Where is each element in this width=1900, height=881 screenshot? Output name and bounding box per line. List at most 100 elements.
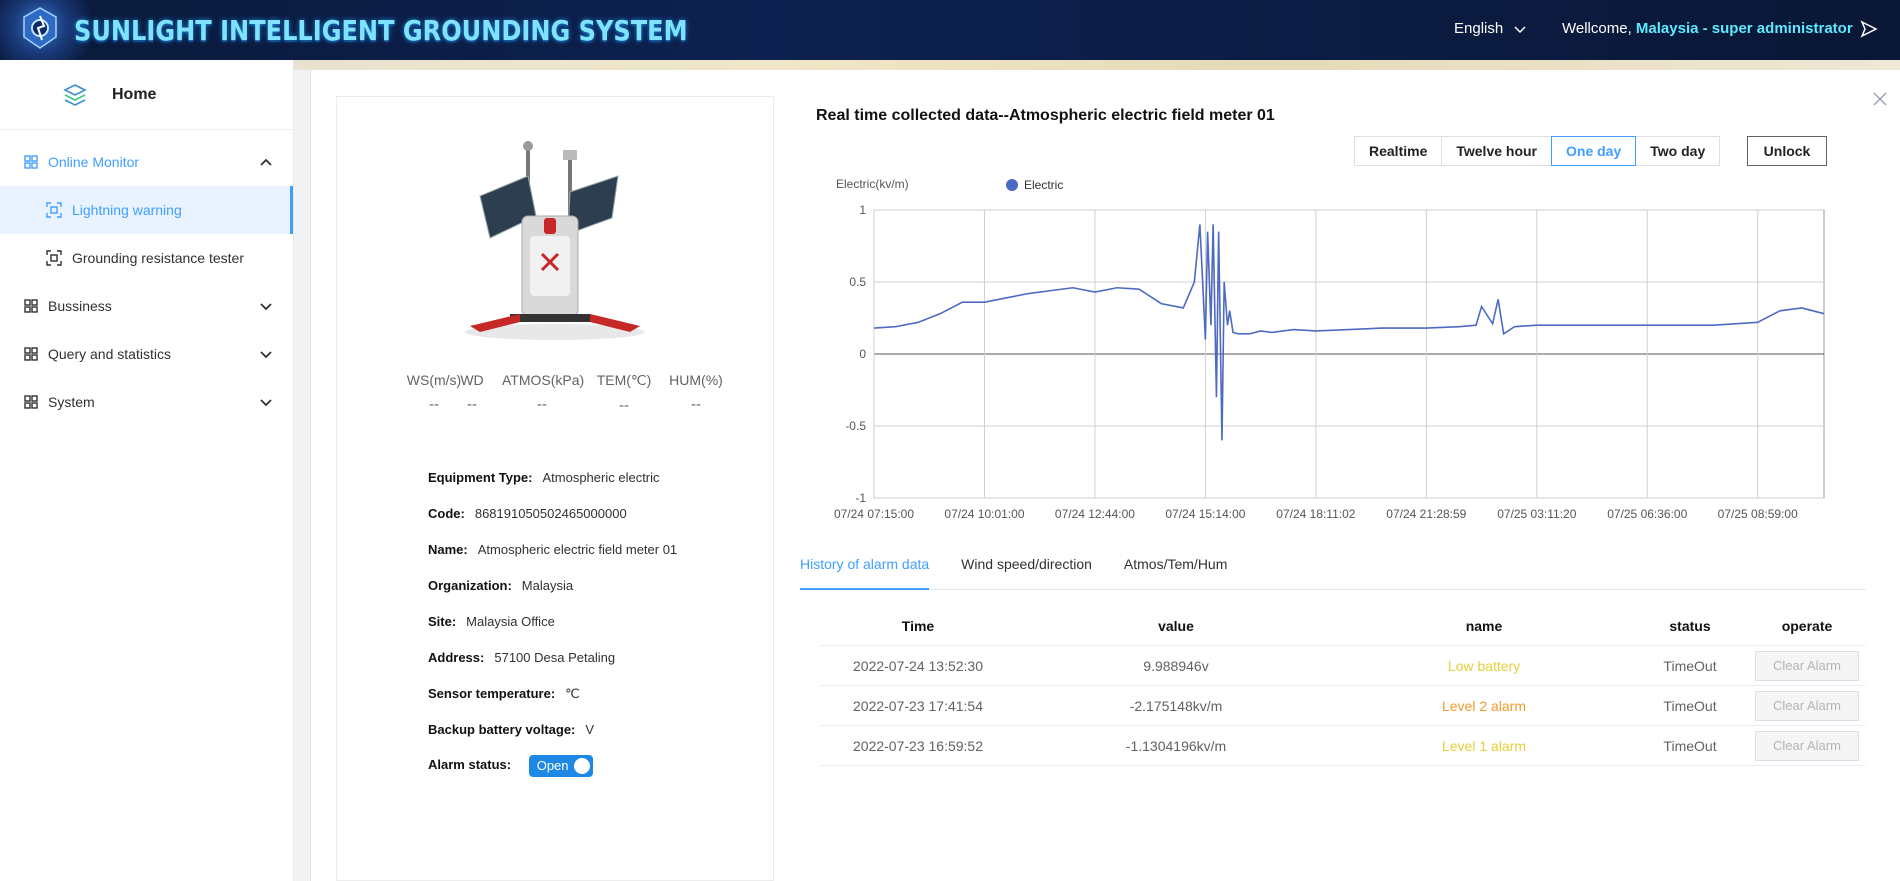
metric-wd: WD -- <box>455 372 489 413</box>
sidebar-item-grounding-resistance-tester[interactable]: Grounding resistance tester <box>0 234 293 282</box>
chevron-down-icon <box>1514 25 1526 33</box>
x-tick-label: 07/25 03:11:20 <box>1497 507 1577 521</box>
range-two-day-button[interactable]: Two day <box>1635 136 1721 166</box>
column-header-value: value <box>1158 617 1194 634</box>
info-key: Alarm status: <box>428 757 512 773</box>
x-tick-label: 07/25 08:59:00 <box>1718 507 1798 521</box>
info-key: Code: <box>428 506 465 521</box>
tab-history-of-alarm-data[interactable]: History of alarm data <box>800 556 930 590</box>
alarm-status-toggle[interactable]: Open <box>528 755 593 777</box>
info-value: Malaysia Office <box>466 614 555 629</box>
unlock-button[interactable]: Unlock <box>1747 136 1827 166</box>
info-alarm-status: Alarm status: Open <box>428 755 593 777</box>
info-address: Address: 57100 Desa Petaling <box>428 650 615 665</box>
cell-time: 2022-07-23 17:41:54 <box>853 697 983 714</box>
info-value: 868191050502465000000 <box>474 506 627 521</box>
metric-value: -- <box>467 396 477 413</box>
info-value: V <box>585 722 595 737</box>
info-key: Sensor temperature: <box>428 686 556 701</box>
cell-time: 2022-07-23 16:59:52 <box>853 737 983 754</box>
chevron-down-icon <box>260 351 272 359</box>
info-name: Name: Atmospheric electric field meter 01 <box>428 542 677 557</box>
welcome-prefix: Wellcome, <box>1562 20 1632 37</box>
sidebar-item-online-monitor[interactable]: Online Monitor <box>0 138 293 186</box>
logout-icon[interactable] <box>1860 20 1878 38</box>
sidebar-item-system[interactable]: System <box>0 378 293 426</box>
info-key: Backup battery voltage: <box>428 722 576 737</box>
info-key: Equipment Type: <box>428 470 533 485</box>
cell-alarm-name: Low battery <box>1447 657 1521 674</box>
sidebar-item-lightning-warning[interactable]: Lightning warning <box>0 186 293 234</box>
metric-tem: TEM(℃) -- <box>596 372 652 414</box>
y-tick-label: 1 <box>859 203 866 217</box>
x-tick-label: 07/24 07:15:00 <box>834 507 914 521</box>
y-axis-label: Electric(kv/m) <box>836 177 909 191</box>
table-row: 2022-07-23 16:59:52 -1.1304196kv/m Level… <box>820 726 1866 766</box>
close-icon[interactable] <box>1871 90 1889 108</box>
metric-value: -- <box>619 397 629 414</box>
info-value: Malaysia <box>521 578 574 593</box>
info-key: Organization: <box>428 578 512 593</box>
toggle-knob <box>573 758 590 774</box>
info-code: Code: 868191050502465000000 <box>428 506 627 521</box>
cell-status: TimeOut <box>1663 737 1717 754</box>
y-tick-label: -0.5 <box>845 419 866 433</box>
tab-atmos-tem-hum[interactable]: Atmos/Tem/Hum <box>1124 556 1227 590</box>
info-key: Site: <box>428 614 457 629</box>
table-row: 2022-07-23 17:41:54 -2.175148kv/m Level … <box>820 686 1866 726</box>
cell-value: -2.175148kv/m <box>1129 697 1223 714</box>
clear-alarm-button[interactable]: Clear Alarm <box>1755 650 1859 681</box>
metric-label: TEM(℃) <box>596 372 652 388</box>
sidebar-home[interactable]: Home <box>0 60 293 130</box>
alarm-table: Time value name status operate 2022-07-2… <box>820 606 1866 766</box>
range-one-day-button[interactable]: One day <box>1551 136 1637 166</box>
metric-value: -- <box>537 396 547 413</box>
data-tabs: History of alarm data Wind speed/directi… <box>800 556 1866 590</box>
cell-value: -1.1304196kv/m <box>1125 737 1227 754</box>
cell-status: TimeOut <box>1663 697 1717 714</box>
metric-label: ATMOS(kPa) <box>502 372 585 388</box>
cell-value: 9.988946v <box>1143 657 1209 674</box>
logo-icon <box>23 7 57 49</box>
sidebar-item-label: Lightning warning <box>72 202 182 218</box>
toggle-label: Open <box>536 758 569 773</box>
sidebar-item-query-and-statistics[interactable]: Query and statistics <box>0 330 293 378</box>
cell-alarm-name: Level 2 alarm <box>1441 697 1527 714</box>
time-range-group: Realtime Twelve hour One day Two day <box>1354 136 1721 166</box>
clear-alarm-button[interactable]: Clear Alarm <box>1755 690 1859 721</box>
sidebar-item-bussiness[interactable]: Bussiness <box>0 282 293 330</box>
electric-field-chart: 1 0.5 0 -0.5 -1 07/24 07:15:00 07/24 10:01:00 0… <box>834 177 1825 521</box>
x-tick-label: 07/24 10:01:00 <box>944 507 1024 521</box>
grid-icon <box>24 347 38 361</box>
x-tick-label: 07/24 15:14:00 <box>1165 507 1245 521</box>
column-header-operate: operate <box>1781 617 1833 634</box>
info-site: Site: Malaysia Office <box>428 614 555 629</box>
info-value: Atmospheric electric field meter 01 <box>477 542 678 557</box>
grid-icon <box>24 155 38 169</box>
metric-hum: HUM(%) -- <box>668 372 724 413</box>
sidebar-item-label: Online Monitor <box>48 154 140 170</box>
cell-status: TimeOut <box>1663 657 1717 674</box>
info-organization: Organization: Malaysia <box>428 578 573 593</box>
tab-wind-speed-direction[interactable]: Wind speed/direction <box>961 556 1092 590</box>
clear-alarm-button[interactable]: Clear Alarm <box>1755 730 1859 761</box>
chevron-down-icon <box>260 399 272 407</box>
field-meter-image <box>465 141 645 340</box>
series-line-electric <box>873 224 1825 441</box>
chevron-down-icon <box>260 303 272 311</box>
grid-icon <box>24 299 38 313</box>
sidebar-item-label: System <box>48 394 95 410</box>
app-header: SUNLIGHT INTELLIGENT GROUNDING SYSTEM En… <box>0 0 1900 60</box>
x-tick-label: 07/24 12:44:00 <box>1055 507 1135 521</box>
language-selector[interactable]: English <box>1454 20 1527 37</box>
range-realtime-button[interactable]: Realtime <box>1354 136 1443 166</box>
cell-operate: Clear Alarm <box>1748 690 1866 721</box>
sidebar-item-label: Grounding resistance tester <box>72 250 244 266</box>
sidebar-item-label: Bussiness <box>48 298 112 314</box>
info-value: ℃ <box>565 686 580 701</box>
range-twelve-hour-button[interactable]: Twelve hour <box>1441 136 1553 166</box>
info-value: 57100 Desa Petaling <box>494 650 616 665</box>
y-tick-label: -1 <box>855 491 866 505</box>
table-header-row: Time value name status operate <box>820 606 1866 646</box>
map-strip <box>294 60 1900 70</box>
